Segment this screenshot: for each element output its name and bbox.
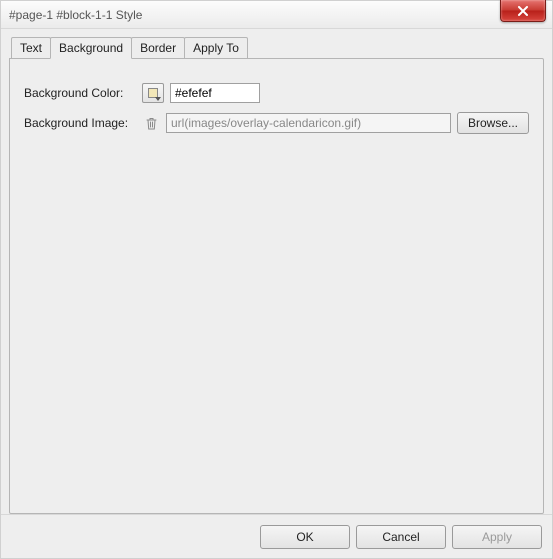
- tab-background[interactable]: Background: [50, 37, 132, 59]
- tab-apply-to[interactable]: Apply To: [184, 37, 248, 59]
- browse-button[interactable]: Browse...: [457, 112, 529, 134]
- bg-color-label: Background Color:: [24, 86, 142, 100]
- tab-border[interactable]: Border: [131, 37, 185, 59]
- bg-image-input[interactable]: [166, 113, 451, 133]
- row-background-image: Background Image: Browse...: [24, 112, 529, 134]
- tab-text[interactable]: Text: [11, 37, 51, 59]
- bg-image-label: Background Image:: [24, 116, 142, 130]
- row-background-color: Background Color:: [24, 83, 529, 103]
- chevron-down-icon: [155, 97, 161, 101]
- dialog-footer: OK Cancel Apply: [1, 514, 552, 558]
- tab-strip: Text Background Border Apply To: [9, 37, 544, 59]
- bg-color-input[interactable]: [170, 83, 260, 103]
- apply-button[interactable]: Apply: [452, 525, 542, 549]
- dialog-content: Text Background Border Apply To Backgrou…: [1, 29, 552, 514]
- titlebar: #page-1 #block-1-1 Style: [1, 1, 552, 29]
- trash-icon[interactable]: [142, 117, 160, 130]
- color-picker-button[interactable]: [142, 83, 164, 103]
- window-title: #page-1 #block-1-1 Style: [9, 8, 142, 22]
- close-button[interactable]: [500, 0, 546, 22]
- dialog-window: #page-1 #block-1-1 Style Text Background…: [0, 0, 553, 559]
- close-icon: [517, 6, 529, 16]
- cancel-button[interactable]: Cancel: [356, 525, 446, 549]
- tab-panel-background: Background Color: Background Image: Brow…: [9, 58, 544, 514]
- ok-button[interactable]: OK: [260, 525, 350, 549]
